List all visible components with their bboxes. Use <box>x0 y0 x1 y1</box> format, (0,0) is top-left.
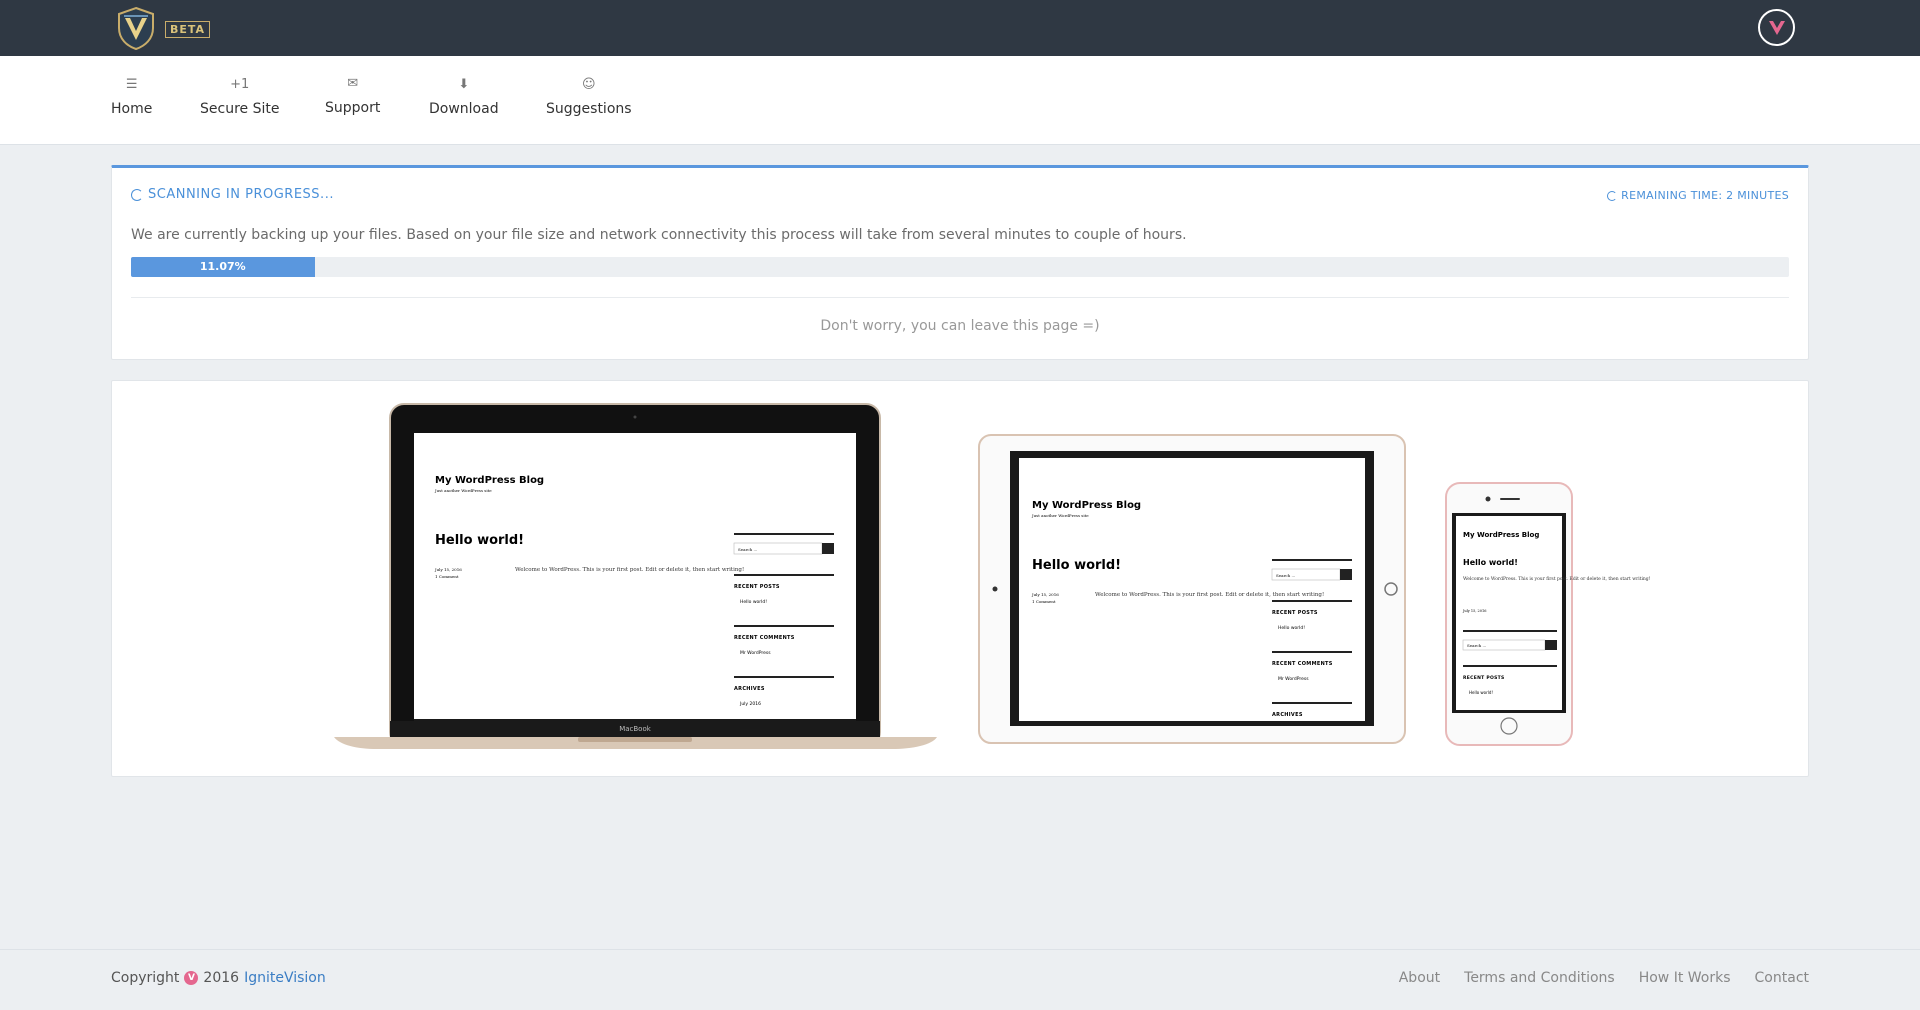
svg-text:RECENT POSTS: RECENT POSTS <box>734 584 780 590</box>
remaining-time: REMAINING TIME: 2 MINUTES <box>1607 189 1789 202</box>
envelope-icon: ✉ <box>347 76 359 91</box>
svg-text:July 15, 2016: July 15, 2016 <box>434 567 462 572</box>
spinner-icon <box>1607 190 1618 201</box>
laptop-mockup: MacBook My WordPress Blog Just another W… <box>334 403 937 749</box>
scan-description: We are currently backing up your files. … <box>131 227 1187 243</box>
svg-text:1 Comment: 1 Comment <box>435 574 459 579</box>
svg-text:July 2016: July 2016 <box>739 701 761 707</box>
svg-text:Search ...: Search ... <box>1467 643 1486 648</box>
svg-text:Search ...: Search ... <box>1276 573 1295 578</box>
svg-text:1 Comment: 1 Comment <box>1032 599 1056 604</box>
svg-text:My WordPress Blog: My WordPress Blog <box>1032 500 1141 511</box>
leave-page-note: Don't worry, you can leave this page =) <box>820 318 1100 334</box>
copyright-year: 2016 <box>203 970 240 986</box>
svg-text:RECENT COMMENTS: RECENT COMMENTS <box>1272 661 1333 667</box>
footer-link-contact[interactable]: Contact <box>1755 970 1809 986</box>
copyright: Copyright V 2016 IgniteVision <box>111 970 326 986</box>
nav-download[interactable]: ⬇ Download <box>429 76 499 117</box>
remaining-time-text: REMAINING TIME: 2 MINUTES <box>1621 189 1789 202</box>
svg-text:Hello world!: Hello world! <box>740 599 767 605</box>
svg-text:July 15, 2016: July 15, 2016 <box>1462 609 1486 613</box>
svg-text:Welcome to WordPress. This is: Welcome to WordPress. This is your first… <box>515 567 744 573</box>
devices-preview-card: MacBook My WordPress Blog Just another W… <box>111 380 1809 777</box>
footer: Copyright V 2016 IgniteVision About Term… <box>0 949 1920 1010</box>
footer-link-terms[interactable]: Terms and Conditions <box>1464 970 1615 986</box>
svg-text:Hello world!: Hello world! <box>1469 690 1493 695</box>
spinner-icon <box>131 188 143 201</box>
user-avatar[interactable] <box>1758 9 1795 46</box>
footer-link-how-it-works[interactable]: How It Works <box>1639 970 1731 986</box>
svg-text:Hello world!: Hello world! <box>1032 558 1121 573</box>
nav-home[interactable]: ☰ Home <box>111 76 152 117</box>
scan-title: SCANNING IN PROGRESS... <box>131 187 334 202</box>
progress-bar-fill: 11.07% <box>131 257 315 277</box>
laptop-brand-label: MacBook <box>619 725 652 733</box>
list-icon: ☰ <box>125 77 138 92</box>
main-nav: ☰ Home +1 Secure Site ✉ Support ⬇ Downlo… <box>0 56 1920 145</box>
nav-label: Support <box>325 100 381 116</box>
devices-illustration: MacBook My WordPress Blog Just another W… <box>334 403 1651 749</box>
guard-shield-logo-icon[interactable] <box>116 6 156 51</box>
divider <box>131 297 1789 298</box>
svg-text:Hello world!: Hello world! <box>1463 558 1518 567</box>
svg-text:Mr WordPress: Mr WordPress <box>740 650 771 656</box>
plus-one-icon: +1 <box>230 77 250 92</box>
scan-progress-card: SCANNING IN PROGRESS... REMAINING TIME: … <box>111 165 1809 360</box>
smile-icon: ☺ <box>582 77 596 92</box>
ignitevision-logo-icon: V <box>184 971 199 985</box>
beta-badge: BETA <box>165 21 211 38</box>
copyright-label: Copyright <box>111 970 180 986</box>
nav-label: Suggestions <box>546 101 632 117</box>
svg-text:Hello world!: Hello world! <box>1278 625 1305 631</box>
svg-text:July 15, 2016: July 15, 2016 <box>1031 592 1059 597</box>
svg-text:My WordPress Blog: My WordPress Blog <box>1463 531 1539 539</box>
svg-text:RECENT COMMENTS: RECENT COMMENTS <box>734 635 795 641</box>
svg-text:Hello world!: Hello world! <box>435 533 524 548</box>
download-icon: ⬇ <box>458 77 470 92</box>
top-bar: BETA <box>0 0 1920 56</box>
svg-text:Welcome to WordPress. This is: Welcome to WordPress. This is your first… <box>1095 592 1324 598</box>
nav-label: Secure Site <box>200 101 280 117</box>
svg-text:ARCHIVES: ARCHIVES <box>1272 712 1303 718</box>
footer-link-about[interactable]: About <box>1399 970 1440 986</box>
scan-title-text: SCANNING IN PROGRESS... <box>148 187 334 202</box>
tablet-mockup: My WordPress Blog Just another WordPress… <box>978 434 1406 744</box>
svg-text:Just another WordPress site: Just another WordPress site <box>1031 513 1089 518</box>
nav-label: Download <box>429 101 499 117</box>
nav-support[interactable]: ✉ Support <box>325 75 380 116</box>
progress-bar: 11.07% <box>131 257 1789 277</box>
svg-text:My WordPress Blog: My WordPress Blog <box>435 475 544 486</box>
nav-label: Home <box>111 101 153 117</box>
svg-text:RECENT POSTS: RECENT POSTS <box>1463 675 1505 681</box>
footer-links: About Terms and Conditions How It Works … <box>1399 970 1809 986</box>
nav-secure-site[interactable]: +1 Secure Site <box>200 76 279 117</box>
svg-text:Mr WordPress: Mr WordPress <box>1278 676 1309 682</box>
svg-text:Welcome to WordPress. This is: Welcome to WordPress. This is your first… <box>1463 576 1651 582</box>
brand-link[interactable]: IgniteVision <box>244 970 326 986</box>
nav-suggestions[interactable]: ☺ Suggestions <box>546 76 632 117</box>
svg-text:Search ...: Search ... <box>738 547 757 552</box>
phone-mockup: My WordPress Blog Hello world! Welcome t… <box>1445 482 1651 746</box>
svg-text:Just another WordPress site: Just another WordPress site <box>434 488 492 493</box>
svg-text:RECENT POSTS: RECENT POSTS <box>1272 610 1318 616</box>
svg-text:ARCHIVES: ARCHIVES <box>734 686 765 692</box>
